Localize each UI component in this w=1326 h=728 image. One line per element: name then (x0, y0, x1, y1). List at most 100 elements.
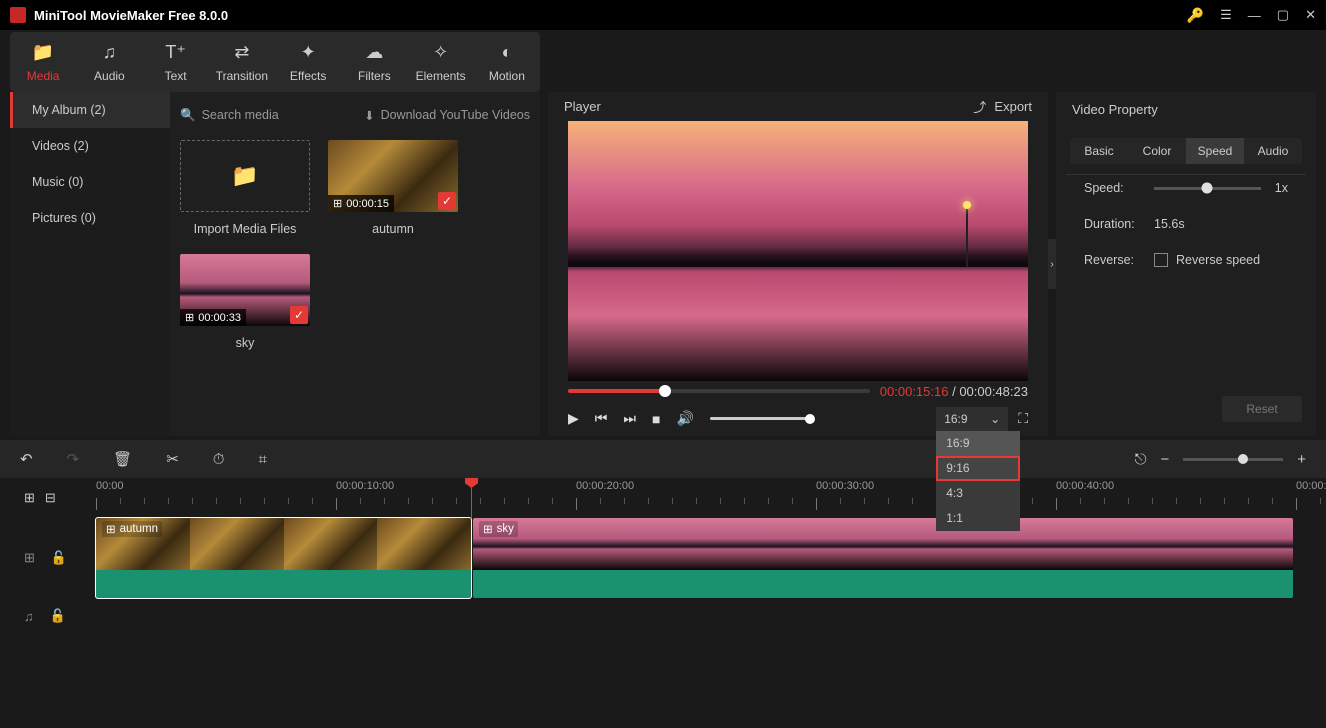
text-icon: T⁺ (143, 42, 209, 63)
aspect-option-4-3[interactable]: 4:3 (936, 481, 1020, 506)
player-panel: Player ⤴ Export 00:00:15:16 / 00:00:48:2… (548, 92, 1048, 436)
lock-icon[interactable]: 🔓 (50, 608, 66, 624)
speed-label: Speed: (1084, 181, 1154, 195)
aspect-ratio-dropdown: 16:9 9:16 4:3 1:1 (936, 431, 1020, 531)
export-icon: ⤴ (973, 97, 986, 116)
fullscreen-button[interactable]: ⛶ (1018, 410, 1028, 427)
export-button[interactable]: ⤴ Export (973, 97, 1032, 116)
property-title: Video Property (1072, 102, 1300, 117)
folder-open-icon: 📁 (231, 163, 258, 189)
playhead[interactable] (471, 478, 472, 518)
delete-button[interactable]: 🗑 (113, 450, 132, 468)
nav-effects-label: Effects (290, 69, 326, 83)
maximize-icon[interactable]: ▢ (1277, 7, 1289, 23)
tab-audio[interactable]: Audio (1244, 138, 1302, 164)
sidebar-item-pictures[interactable]: Pictures (0) (10, 200, 170, 236)
import-label: Import Media Files (194, 222, 297, 236)
zoom-out-button[interactable]: − (1160, 451, 1169, 468)
nav-filters-label: Filters (358, 69, 391, 83)
download-label: Download YouTube Videos (381, 108, 530, 122)
next-frame-button[interactable]: ⏭ (623, 410, 636, 427)
minimize-icon[interactable]: — (1248, 8, 1261, 23)
upgrade-key-icon[interactable]: 🔑 (1187, 7, 1204, 24)
property-panel: › Video Property Basic Color Speed Audio… (1056, 92, 1316, 436)
tab-speed[interactable]: Speed (1186, 138, 1244, 164)
zoom-in-button[interactable]: + (1297, 451, 1306, 468)
timeline-ruler[interactable]: 00:0000:00:10:0000:00:20:0000:00:30:0000… (96, 478, 1326, 518)
title-bar: MiniTool MovieMaker Free 8.0.0 🔑 ☰ — ▢ ✕ (0, 0, 1326, 30)
thumb-label: sky (236, 336, 255, 350)
nav-transition[interactable]: ⇄ Transition (209, 38, 275, 92)
nav-text[interactable]: T⁺Text (143, 38, 209, 92)
chevron-down-icon: ⌄ (990, 412, 1000, 426)
tab-color[interactable]: Color (1128, 138, 1186, 164)
thumb-duration: 00:00:33 (198, 312, 241, 324)
search-input[interactable]: 🔍 Search media (180, 108, 356, 123)
download-youtube-button[interactable]: ⬇ Download YouTube Videos (364, 108, 530, 123)
reverse-checkbox[interactable] (1154, 253, 1168, 267)
ruler-label: 00:00:50: (1296, 480, 1326, 492)
library-sidebar: My Album (2) Videos (2) Music (0) Pictur… (10, 92, 170, 436)
sidebar-item-myalbum[interactable]: My Album (2) (10, 92, 170, 128)
audio-track[interactable] (96, 576, 1326, 656)
redo-button[interactable]: ↷ (67, 450, 80, 468)
snap-button[interactable]: ⎋ (1135, 451, 1147, 468)
search-icon: 🔍 (180, 108, 196, 123)
seek-slider[interactable] (568, 389, 870, 393)
nav-effects[interactable]: ✦ Effects (275, 38, 341, 92)
close-icon[interactable]: ✕ (1305, 7, 1316, 23)
clip-label: sky (497, 523, 514, 535)
speed-value: 1x (1275, 181, 1288, 195)
filters-icon: ☁ (341, 42, 407, 63)
aspect-option-9-16[interactable]: 9:16 (936, 456, 1020, 481)
thumb-duration: 00:00:15 (346, 198, 389, 210)
nav-media[interactable]: 📁Media (10, 38, 76, 92)
app-logo-icon (10, 7, 26, 23)
menu-icon[interactable]: ☰ (1220, 7, 1232, 23)
transition-icon: ⇄ (209, 42, 275, 63)
duration-label: Duration: (1084, 217, 1154, 231)
nav-elements[interactable]: ✧Elements (408, 38, 474, 92)
crop-button[interactable]: ⌗ (258, 451, 266, 468)
clip-label: autumn (120, 523, 158, 535)
media-thumb-autumn[interactable]: ⊞00:00:15 ✓ autumn (328, 140, 458, 236)
duration-value: 15.6s (1154, 217, 1185, 231)
import-media-button[interactable]: 📁 Import Media Files (180, 140, 310, 236)
aspect-ratio-select[interactable]: 16:9 ⌄ (936, 407, 1008, 431)
film-icon: ⊞ (106, 522, 116, 536)
collapse-panel-button[interactable]: › (1048, 239, 1056, 289)
lock-icon[interactable]: 🔓 (51, 550, 67, 566)
reset-button[interactable]: Reset (1222, 396, 1302, 422)
ruler-label: 00:00:20:00 (576, 480, 634, 492)
checkmark-icon: ✓ (290, 306, 308, 324)
add-track-button[interactable]: ⊞ (24, 490, 35, 506)
sidebar-item-music[interactable]: Music (0) (10, 164, 170, 200)
remove-track-button[interactable]: ⊟ (45, 490, 56, 506)
media-thumb-sky[interactable]: ⊞00:00:33 ✓ sky (180, 254, 310, 350)
play-button[interactable]: ▶ (568, 410, 579, 427)
effects-icon: ✦ (275, 42, 341, 63)
nav-filters[interactable]: ☁ Filters (341, 38, 407, 92)
tab-basic[interactable]: Basic (1070, 138, 1128, 164)
reverse-checkbox-label: Reverse speed (1176, 253, 1260, 267)
volume-icon[interactable]: 🔊 (676, 410, 693, 427)
prev-frame-button[interactable]: ⏮ (595, 410, 608, 427)
split-button[interactable]: ✂ (166, 450, 179, 468)
ruler-label: 00:00:40:00 (1056, 480, 1114, 492)
aspect-option-1-1[interactable]: 1:1 (936, 506, 1020, 531)
download-icon: ⬇ (364, 108, 374, 123)
video-preview[interactable] (568, 121, 1028, 381)
nav-transition-label: Transition (216, 69, 268, 83)
sidebar-item-videos[interactable]: Videos (2) (10, 128, 170, 164)
stop-button[interactable]: ■ (652, 411, 660, 427)
player-title: Player (564, 99, 973, 114)
nav-motion[interactable]: ◐Motion (474, 38, 540, 92)
speed-slider[interactable] (1154, 187, 1261, 190)
speed-button[interactable]: ⏱ (213, 451, 225, 468)
nav-audio[interactable]: ♫Audio (76, 38, 142, 92)
undo-button[interactable]: ↶ (20, 450, 33, 468)
ruler-label: 00:00 (96, 480, 124, 492)
aspect-option-16-9[interactable]: 16:9 (936, 431, 1020, 456)
volume-slider[interactable] (710, 417, 810, 420)
zoom-slider[interactable] (1183, 458, 1283, 461)
